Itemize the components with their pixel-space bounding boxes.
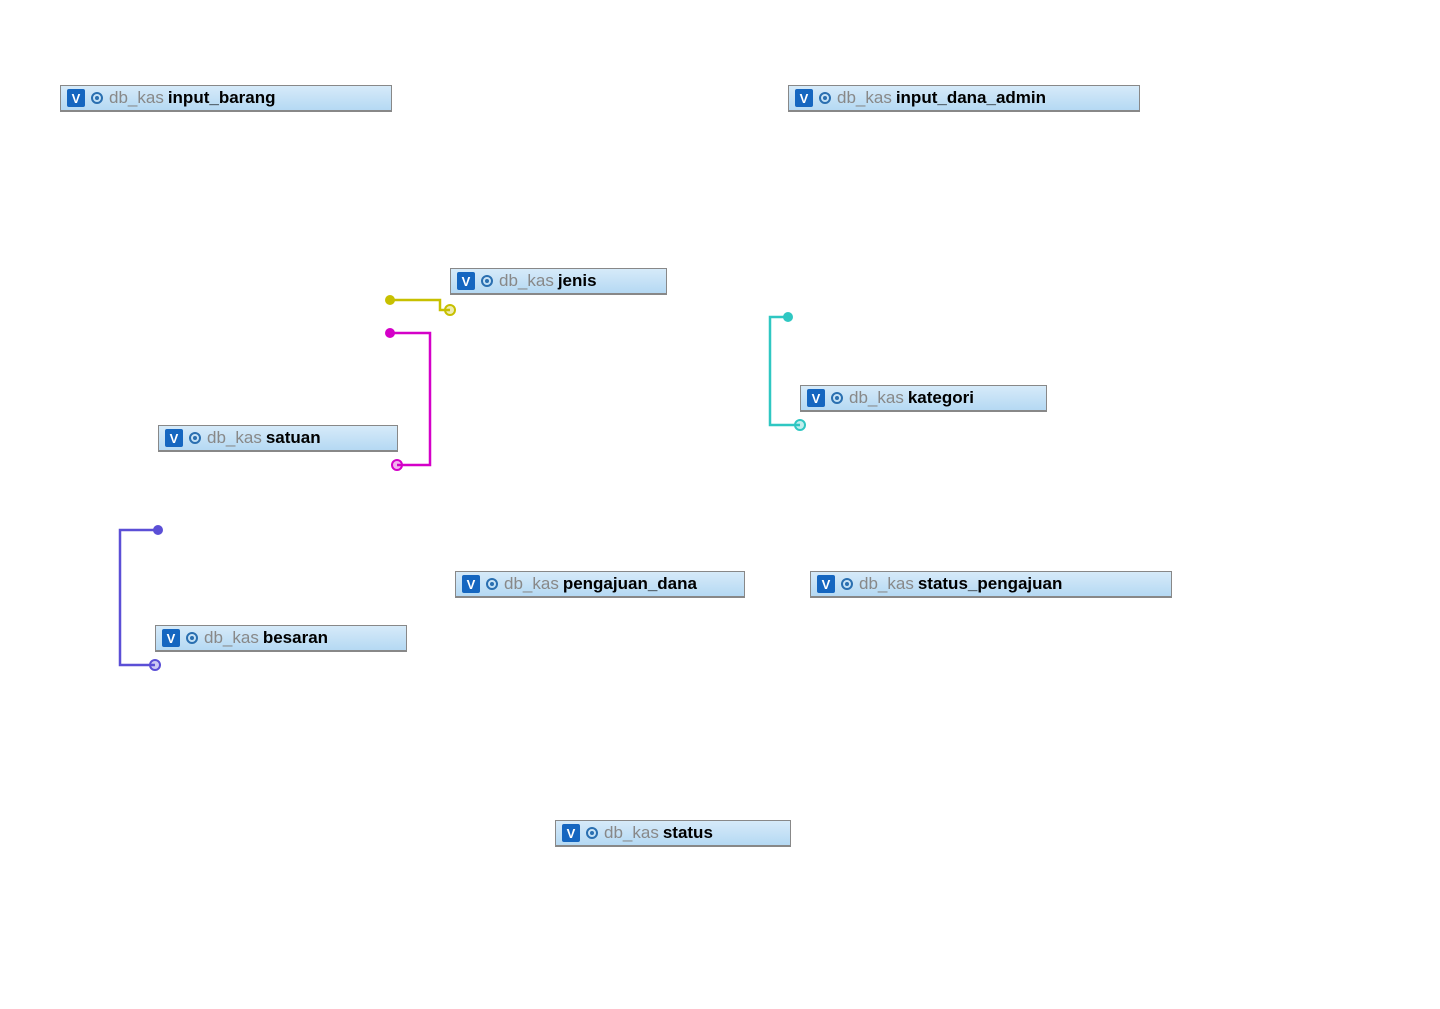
table-status-pengajuan[interactable]: V db_kas status_pengajuan <box>810 571 1172 598</box>
table-header[interactable]: V db_kas kategori <box>801 386 1046 411</box>
table-header[interactable]: V db_kas jenis <box>451 269 666 294</box>
v-icon: V <box>807 389 825 407</box>
table-pengajuan-dana[interactable]: V db_kas pengajuan_dana <box>455 571 745 598</box>
gear-icon[interactable] <box>484 576 500 592</box>
v-icon: V <box>165 429 183 447</box>
table-name: jenis <box>558 271 597 291</box>
schema-label: db_kas <box>837 88 892 108</box>
table-name: input_barang <box>168 88 276 108</box>
table-header[interactable]: V db_kas input_dana_admin <box>789 86 1139 111</box>
schema-label: db_kas <box>849 388 904 408</box>
v-icon: V <box>162 629 180 647</box>
schema-label: db_kas <box>504 574 559 594</box>
table-input-barang[interactable]: V db_kas input_barang <box>60 85 392 112</box>
v-icon: V <box>817 575 835 593</box>
table-satuan[interactable]: V db_kas satuan <box>158 425 398 452</box>
gear-icon[interactable] <box>187 430 203 446</box>
table-name: kategori <box>908 388 974 408</box>
table-name: pengajuan_dana <box>563 574 697 594</box>
table-header[interactable]: V db_kas status_pengajuan <box>811 572 1171 597</box>
v-icon: V <box>795 89 813 107</box>
table-name: besaran <box>263 628 328 648</box>
gear-icon[interactable] <box>817 90 833 106</box>
schema-label: db_kas <box>204 628 259 648</box>
table-kategori[interactable]: V db_kas kategori <box>800 385 1047 412</box>
gear-icon[interactable] <box>829 390 845 406</box>
gear-icon[interactable] <box>184 630 200 646</box>
table-name: status_pengajuan <box>918 574 1063 594</box>
table-header[interactable]: V db_kas satuan <box>159 426 397 451</box>
v-icon: V <box>457 272 475 290</box>
v-icon: V <box>562 824 580 842</box>
table-status[interactable]: V db_kas status <box>555 820 791 847</box>
table-name: satuan <box>266 428 321 448</box>
table-besaran[interactable]: V db_kas besaran <box>155 625 407 652</box>
v-icon: V <box>67 89 85 107</box>
schema-label: db_kas <box>109 88 164 108</box>
table-name: status <box>663 823 713 843</box>
schema-label: db_kas <box>859 574 914 594</box>
table-header[interactable]: V db_kas status <box>556 821 790 846</box>
schema-label: db_kas <box>604 823 659 843</box>
table-jenis[interactable]: V db_kas jenis <box>450 268 667 295</box>
gear-icon[interactable] <box>89 90 105 106</box>
table-header[interactable]: V db_kas pengajuan_dana <box>456 572 744 597</box>
gear-icon[interactable] <box>584 825 600 841</box>
schema-label: db_kas <box>499 271 554 291</box>
table-header[interactable]: V db_kas besaran <box>156 626 406 651</box>
table-header[interactable]: V db_kas input_barang <box>61 86 391 111</box>
schema-label: db_kas <box>207 428 262 448</box>
gear-icon[interactable] <box>479 273 495 289</box>
v-icon: V <box>462 575 480 593</box>
erd-canvas: V db_kas input_barang V db_kas jenis V d… <box>0 0 1440 1009</box>
gear-icon[interactable] <box>839 576 855 592</box>
table-name: input_dana_admin <box>896 88 1046 108</box>
relations-layer <box>0 0 1440 1009</box>
table-input-dana-admin[interactable]: V db_kas input_dana_admin <box>788 85 1140 112</box>
